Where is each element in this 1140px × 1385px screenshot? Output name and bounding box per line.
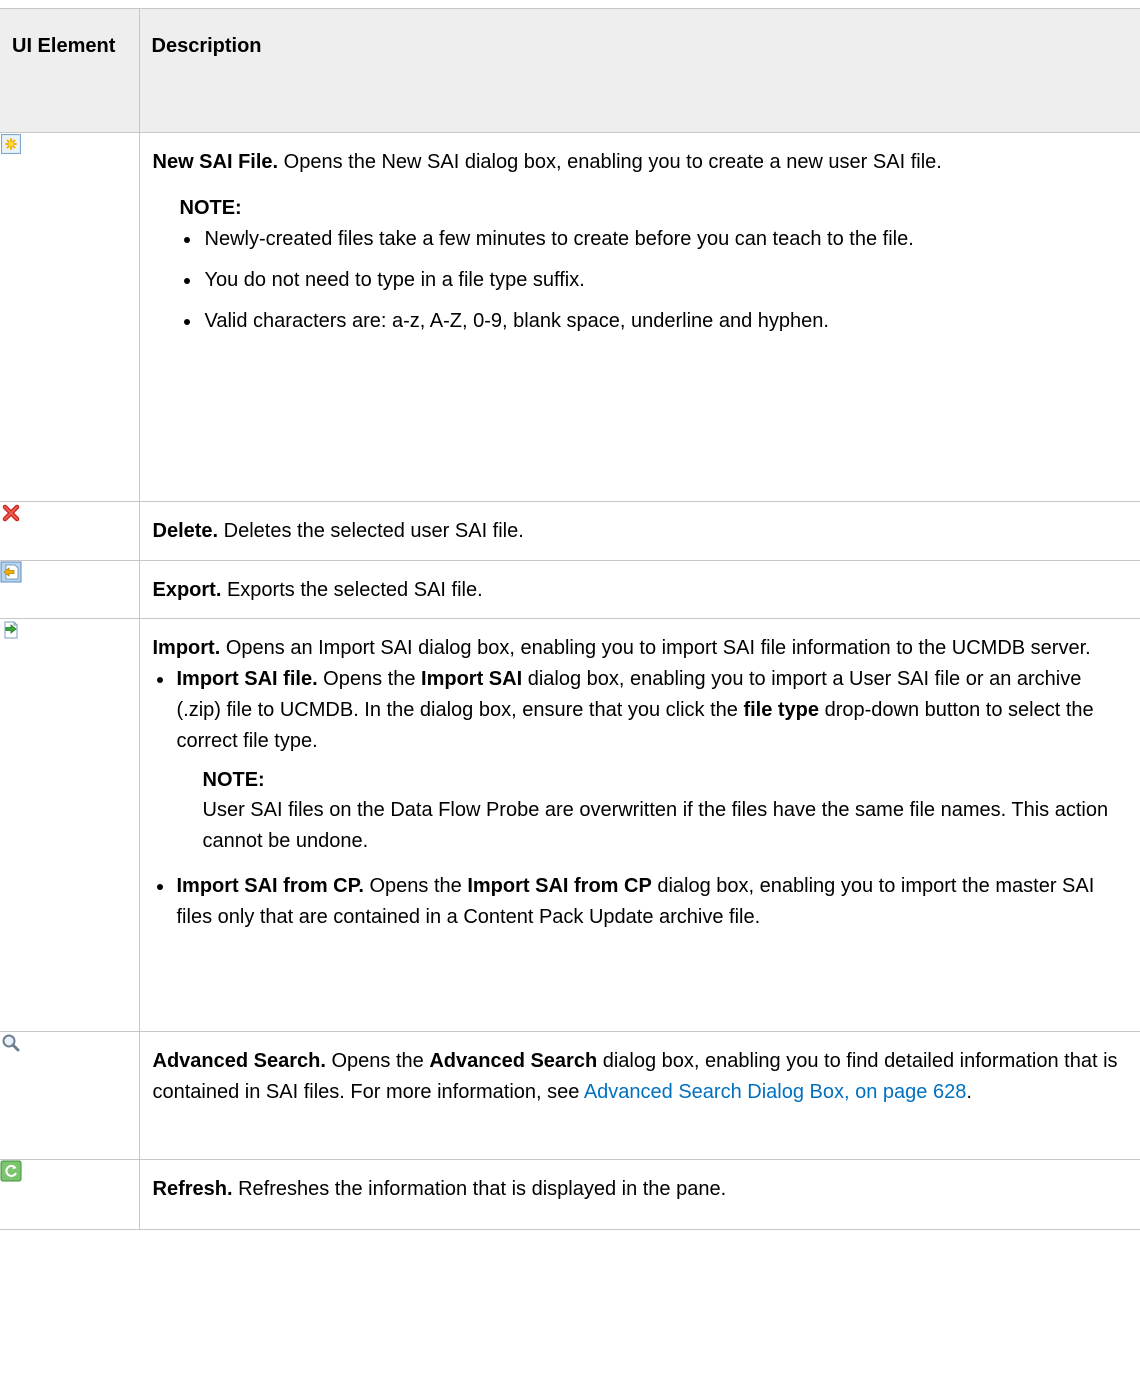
table-row-refresh: Refresh. Refreshes the information that … [0, 1159, 1140, 1230]
list-item: Import SAI from CP. Opens the Import SAI… [153, 871, 1129, 933]
new-file-star-icon [0, 133, 22, 155]
note-label: NOTE: [179, 197, 242, 219]
magnifier-icon [0, 1032, 22, 1054]
export-icon [0, 561, 22, 583]
note-block: NOTE: Newly-created files take a few min… [180, 192, 1129, 337]
row-title: New SAI File. [152, 151, 279, 173]
ui-elements-table: UI Element Description New SAI File. Ope… [0, 8, 1140, 1230]
advanced-search-dialog-link[interactable]: Advanced Search Dialog Box, on page 628 [584, 1081, 967, 1103]
row-title: Export. [152, 579, 222, 601]
row-title: Advanced Search. [152, 1050, 326, 1072]
refresh-icon [0, 1160, 22, 1182]
note-block: NOTE: User SAI files on the Data Flow Pr… [203, 765, 1129, 857]
column-header-ui-element: UI Element [0, 8, 140, 133]
list-item: You do not need to type in a file type s… [180, 265, 1129, 296]
row-title: Import. [152, 637, 221, 659]
list-item: Valid characters are: a-z, A-Z, 0-9, bla… [180, 306, 1129, 337]
list-item: Newly-created files take a few minutes t… [180, 224, 1129, 255]
import-options-list: Import SAI file. Opens the Import SAI di… [153, 664, 1129, 933]
row-text: Opens an Import SAI dialog box, enabling… [220, 637, 1091, 659]
row-text: Refreshes the information that is displa… [232, 1178, 727, 1200]
row-text: Exports the selected SAI file. [221, 579, 483, 601]
table-row-advanced-search: Advanced Search. Opens the Advanced Sear… [0, 1031, 1140, 1160]
note-text: User SAI files on the Data Flow Probe ar… [202, 799, 1109, 852]
table-header-row: UI Element Description [0, 8, 1140, 133]
table-row-delete: Delete. Deletes the selected user SAI fi… [0, 501, 1140, 561]
row-title: Refresh. [152, 1178, 233, 1200]
row-text: Deletes the selected user SAI file. [218, 520, 524, 542]
table-row-import: Import. Opens an Import SAI dialog box, … [0, 618, 1140, 1032]
table-row-new-sai-file: New SAI File. Opens the New SAI dialog b… [0, 132, 1140, 502]
import-icon [0, 619, 22, 641]
delete-x-icon [0, 502, 22, 524]
row-title: Delete. [152, 520, 219, 542]
table-row-export: Export. Exports the selected SAI file. [0, 560, 1140, 619]
note-label: NOTE: [202, 769, 265, 791]
list-item: Import SAI file. Opens the Import SAI di… [153, 664, 1129, 857]
row-text: Opens the New SAI dialog box, enabling y… [278, 151, 942, 173]
column-header-description: Description [138, 8, 1140, 133]
